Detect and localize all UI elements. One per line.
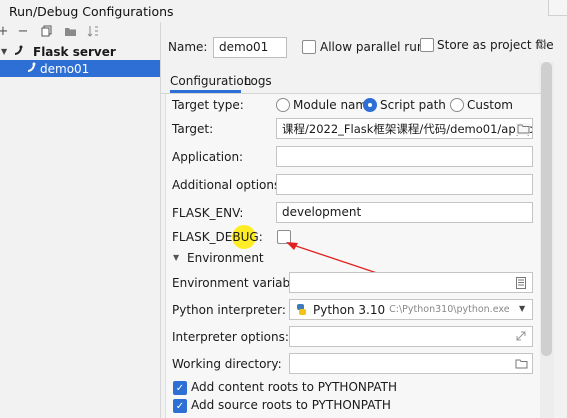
working-directory-input[interactable] — [289, 353, 533, 374]
name-label: Name: — [168, 40, 208, 54]
add-source-roots-checkbox[interactable]: ✓ — [173, 399, 187, 413]
additional-options-label: Additional options: — [172, 178, 285, 192]
tree-toolbar: + − — [0, 22, 160, 42]
tree-item-demo01[interactable]: demo01 — [0, 60, 160, 77]
tree-item-label: demo01 — [40, 61, 90, 76]
python-interpreter-name: Python 3.10 — [313, 302, 386, 317]
tree-group-flask[interactable]: ▼ Flask server — [0, 43, 160, 60]
target-input[interactable]: 课程/2022_Flask框架课程/代码/demo01/app.py — [276, 118, 533, 139]
target-label: Target: — [172, 122, 214, 136]
radio-script-path-label: Script path — [380, 98, 446, 112]
tabs-divider — [161, 93, 541, 94]
add-source-roots-label: Add source roots to PYTHONPATH — [191, 398, 391, 412]
interpreter-options-label: Interpreter options: — [172, 330, 289, 344]
remove-icon[interactable]: − — [16, 24, 30, 38]
target-type-label: Target type: — [172, 98, 244, 112]
flask-env-input[interactable]: development — [276, 202, 533, 223]
additional-options-input[interactable] — [276, 174, 533, 195]
radio-script-path[interactable] — [363, 98, 377, 112]
sort-icon[interactable] — [86, 24, 100, 38]
python-interpreter-select[interactable]: Python 3.10 C:\Python310\python.exe — [289, 299, 533, 320]
radio-custom[interactable] — [450, 98, 464, 112]
chevron-down-icon[interactable]: ▼ — [173, 253, 179, 262]
tree-group-label: Flask server — [33, 44, 116, 59]
allow-parallel-checkbox[interactable] — [302, 40, 316, 54]
copy-icon[interactable] — [40, 24, 54, 38]
radio-module-name[interactable] — [276, 98, 290, 112]
allow-parallel-label: Allow parallel run — [320, 40, 425, 54]
add-icon[interactable]: + — [0, 24, 10, 38]
flask-config-icon — [26, 61, 40, 76]
add-content-roots-checkbox[interactable]: ✓ — [173, 381, 187, 395]
folder-browse-icon[interactable] — [516, 123, 530, 135]
store-as-project-checkbox[interactable] — [420, 38, 434, 52]
window-control[interactable] — [548, 0, 567, 16]
env-vars-input[interactable] — [289, 272, 533, 293]
dropdown-arrow-icon[interactable]: ▼ — [519, 304, 525, 313]
scrollbar-thumb[interactable] — [541, 62, 552, 356]
document-icon[interactable] — [514, 277, 528, 289]
title-bar: Run/Debug Configurations — [0, 0, 567, 22]
folder-icon[interactable] — [63, 24, 77, 38]
working-directory-label: Working directory: — [172, 357, 282, 371]
tab-logs[interactable]: Logs — [244, 74, 272, 88]
expand-icon[interactable] — [514, 331, 528, 343]
config-tree: ▼ Flask server demo01 — [0, 42, 160, 418]
flask-env-label: FLASK_ENV: — [172, 206, 244, 220]
chevron-down-icon[interactable]: ▼ — [1, 47, 11, 56]
interpreter-options-input[interactable] — [289, 326, 533, 347]
tab-configuration[interactable]: Configuration — [170, 74, 251, 88]
python-icon — [295, 303, 308, 316]
flask-icon — [13, 44, 27, 59]
radio-custom-label: Custom — [467, 98, 513, 112]
flask-debug-label: FLASK_DEBUG: — [172, 230, 263, 244]
application-label: Application: — [172, 150, 244, 164]
python-interpreter-path: C:\Python310\python.exe — [389, 304, 510, 315]
target-value: 课程/2022_Flask框架课程/代码/demo01/app.py — [282, 122, 533, 136]
gear-icon[interactable]: ⚙ — [536, 38, 548, 53]
python-interpreter-label: Python interpreter: — [172, 303, 286, 317]
folder-browse-icon[interactable] — [514, 358, 528, 370]
environment-section-label: Environment — [187, 251, 264, 265]
application-input[interactable] — [276, 146, 533, 167]
add-content-roots-label: Add content roots to PYTHONPATH — [191, 380, 397, 394]
name-input[interactable]: demo01 — [213, 37, 287, 58]
window-title: Run/Debug Configurations — [9, 4, 174, 19]
